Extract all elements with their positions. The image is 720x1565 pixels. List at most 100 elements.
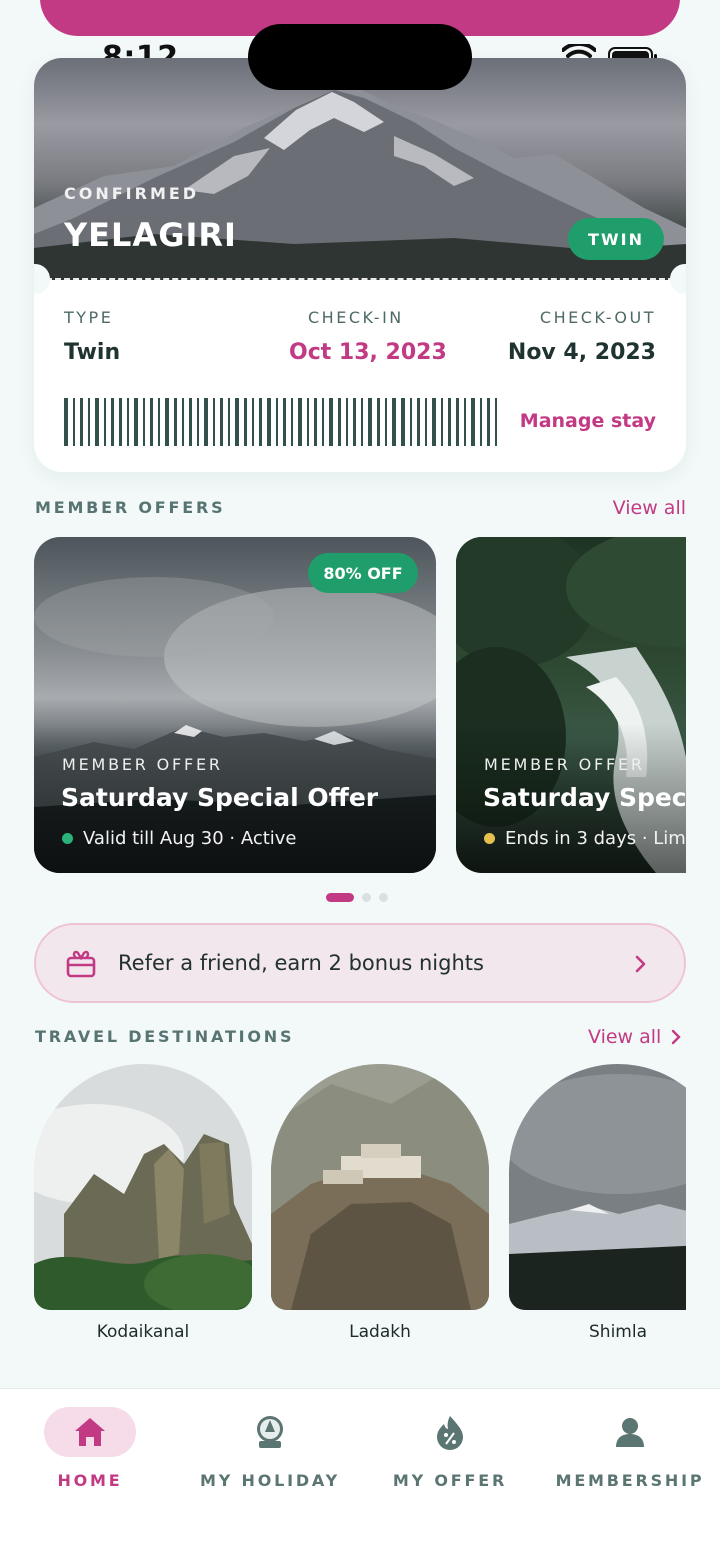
pager-dot-active[interactable] [326,893,354,902]
barcode [64,398,497,446]
bottom-navigation: HOME MY HOLIDAY MY OFFER MEMBERSHIP [0,1388,720,1565]
barcode-bar [189,398,192,446]
barcode-bar [353,398,356,446]
barcode-bar [104,398,106,446]
valley-illustration [509,1074,686,1310]
barcode-bar [377,398,380,446]
barcode-bar [174,398,177,446]
checkout-value: Nov 4, 2023 [507,340,656,365]
destination-name: Kodaikanal [96,1322,190,1342]
barcode-bar [119,398,122,446]
offer-kicker: MEMBER OFFER [484,755,645,774]
cliff-illustration [34,1104,252,1310]
referral-text: Refer a friend, earn 2 bonus nights [118,951,484,975]
offers-carousel[interactable]: 80% OFF MEMBER OFFER Saturday Special Of… [34,537,686,873]
destination-image [271,1064,489,1310]
nav-label: MEMBERSHIP [555,1471,705,1490]
barcode-bar [127,398,129,446]
destination-card-shimla[interactable]: Shimla [509,1064,686,1342]
checkin-label: CHECK-IN [308,308,404,327]
dynamic-island [248,24,472,90]
booking-destination: YELAGIRI [64,216,237,254]
destination-image [509,1064,686,1310]
barcode-bar [228,398,230,446]
manage-stay-link[interactable]: Manage stay [520,410,656,432]
offer-validity: Ends in 3 days · Limited [505,828,686,849]
pager-dot[interactable] [362,893,371,902]
barcode-bar [464,398,466,446]
chevron-right-icon [635,955,646,973]
nav-label: MY HOLIDAY [200,1471,340,1490]
nav-label: HOME [57,1471,123,1490]
gift-icon [66,950,96,978]
nav-icon-wrap [404,1407,496,1457]
barcode-bar [314,398,317,446]
offer-meta: Valid till Aug 30 · Active [62,828,297,849]
barcode-bar [165,398,169,446]
nav-icon-highlight [44,1407,136,1457]
offers-view-all-link[interactable]: View all [613,497,686,519]
barcode-bar [392,398,396,446]
barcode-bar [134,398,138,446]
offer-kicker: MEMBER OFFER [62,755,223,774]
destination-card-ladakh[interactable]: Ladakh [271,1064,489,1342]
status-dot-icon [62,833,73,844]
nav-home[interactable]: HOME [0,1407,180,1490]
barcode-bar [487,398,490,446]
destination-name: Ladakh [349,1322,411,1342]
destination-card-kodaikanal[interactable]: Kodaikanal [34,1064,252,1342]
nav-my-offer[interactable]: MY OFFER [360,1407,540,1490]
status-dot-icon [484,833,495,844]
type-value: Twin [64,340,121,365]
barcode-bar [73,398,75,446]
destination-name: Shimla [589,1322,647,1342]
offer-meta: Ends in 3 days · Limited [484,828,686,849]
barcode-bar [329,398,333,446]
destination-image [34,1064,252,1310]
barcode-bar [267,398,271,446]
offer-validity: Valid till Aug 30 · Active [83,828,297,849]
room-type-badge: TWIN [568,218,664,260]
barcode-bar [95,398,99,446]
barcode-bar [368,398,372,446]
barcode-bar [448,398,451,446]
offer-flame-icon [437,1416,463,1450]
travel-destinations-title: TRAVEL DESTINATIONS [35,1027,295,1046]
barcode-bar [410,398,412,446]
referral-banner[interactable]: Refer a friend, earn 2 bonus nights [34,923,686,1003]
barcode-bar [220,398,223,446]
ticket-perforation [46,278,674,281]
booking-card[interactable]: CONFIRMED YELAGIRI TWIN TYPE Twin CHECK-… [34,58,686,472]
type-label: TYPE [64,308,114,327]
barcode-bar [385,398,387,446]
person-icon [616,1418,644,1447]
barcode-bar [441,398,443,446]
barcode-bar [338,398,341,446]
destinations-view-all-link[interactable]: View all [588,1026,682,1048]
nav-icon-wrap [584,1407,676,1457]
pager-dot[interactable] [379,893,388,902]
barcode-bar [322,398,324,446]
snow-globe-icon [257,1416,283,1448]
nav-membership[interactable]: MEMBERSHIP [540,1407,720,1490]
barcode-bar [182,398,184,446]
booking-status: CONFIRMED [64,184,200,203]
barcode-bar [235,398,239,446]
barcode-bar [307,398,309,446]
barcode-bar [401,398,405,446]
barcode-bar [244,398,247,446]
checkout-label: CHECK-OUT [539,308,656,327]
member-offers-title: MEMBER OFFERS [35,498,226,517]
barcode-bar [213,398,215,446]
barcode-bar [425,398,427,446]
barcode-bar [64,398,68,446]
offer-card[interactable]: 80% OFF MEMBER OFFER Saturday Special Of… [34,537,436,873]
barcode-bar [346,398,348,446]
destinations-carousel[interactable]: Kodaikanal Ladakh Shimla [0,1064,686,1354]
barcode-bar [143,398,145,446]
barcode-bar [80,398,83,446]
nav-my-holiday[interactable]: MY HOLIDAY [180,1407,360,1490]
monastery-illustration [271,1074,489,1310]
offer-card[interactable]: MEMBER OFFER Saturday Special Offer Ends… [456,537,686,873]
offer-title: Saturday Special Offer [61,783,379,812]
